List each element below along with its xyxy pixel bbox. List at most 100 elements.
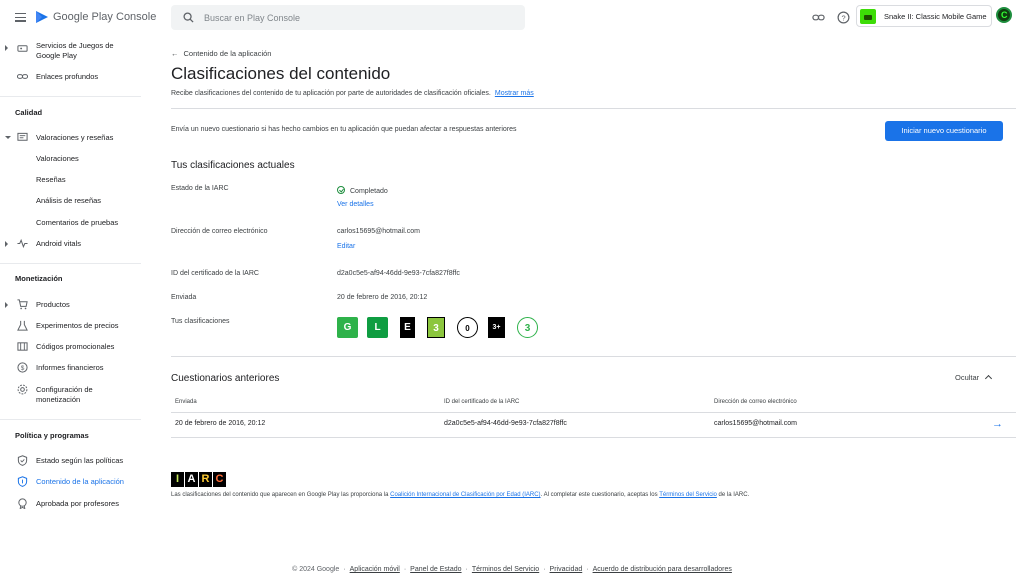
back-link[interactable]: ← Contenido de la aplicación bbox=[171, 49, 271, 58]
cert-id-value: d2a0c5e5-af94-46dd-9e93-7cfa827f8ffc bbox=[337, 270, 460, 277]
app-thumbnail-icon bbox=[860, 9, 876, 24]
footer-link-privacy[interactable]: Privacidad bbox=[550, 566, 583, 573]
sidebar-section-quality: Calidad bbox=[15, 108, 43, 117]
rating-badge-classind: G bbox=[337, 317, 358, 338]
iarc-status-value: Completado bbox=[337, 185, 388, 195]
cart-icon bbox=[17, 299, 28, 310]
footer-link-mobile-app[interactable]: Aplicación móvil bbox=[350, 566, 400, 573]
sidebar-item-app-content[interactable]: Contenido de la aplicación bbox=[0, 476, 141, 488]
sidebar-item-play-games-services[interactable]: Servicios de Juegos de Google Play bbox=[0, 41, 141, 63]
sidebar-item-deep-links[interactable]: Enlaces profundos bbox=[0, 71, 141, 83]
brand-name[interactable]: Google Play Console bbox=[53, 11, 156, 23]
avatar[interactable] bbox=[996, 7, 1012, 23]
sidebar-item-teacher-approved[interactable]: Aprobada por profesores bbox=[0, 498, 141, 510]
badge-icon bbox=[18, 498, 27, 509]
shield-check-icon bbox=[17, 455, 28, 466]
sidebar-item-products[interactable]: Productos bbox=[0, 299, 141, 311]
current-ratings-title: Tus clasificaciones actuales bbox=[171, 160, 295, 171]
page-description: Recibe clasificaciones del contenido de … bbox=[171, 90, 534, 97]
ratings-label: Tus clasificaciones bbox=[171, 318, 230, 325]
divider bbox=[171, 108, 1016, 109]
sidebar-item-policy-status[interactable]: Estado según las políticas bbox=[0, 455, 141, 467]
sent-value: 20 de febrero de 2016, 20:12 bbox=[337, 294, 428, 301]
sidebar-item-price-experiments[interactable]: Experimentos de precios bbox=[0, 320, 141, 332]
copyright: © 2024 Google bbox=[292, 566, 340, 573]
edit-email-link[interactable]: Editar bbox=[337, 243, 355, 250]
dollar-icon: $ bbox=[17, 362, 28, 373]
rating-badge-iarc: 3+ bbox=[488, 317, 505, 338]
sidebar-item-financial-reports[interactable]: $ Informes financieros bbox=[0, 362, 141, 374]
iarc-logo: IARC bbox=[171, 472, 227, 488]
search-placeholder: Buscar en Play Console bbox=[204, 13, 301, 23]
sidebar-item-promo-codes[interactable]: Códigos promocionales bbox=[0, 341, 141, 353]
new-questionnaire-notice: Envía un nuevo cuestionario si has hecho… bbox=[171, 126, 517, 133]
divider bbox=[171, 356, 1016, 357]
column-header-sent: Enviada bbox=[175, 399, 197, 405]
svg-text:$: $ bbox=[21, 365, 25, 372]
table-divider bbox=[171, 412, 1016, 413]
back-arrow-icon: ← bbox=[171, 49, 179, 58]
rating-badge-esrb: E bbox=[400, 317, 415, 338]
expand-arrow-icon[interactable] bbox=[5, 45, 8, 51]
learn-more-link[interactable]: Mostrar más bbox=[495, 90, 534, 97]
table-divider bbox=[171, 437, 1016, 438]
sidebar-item-resenas[interactable]: Reseñas bbox=[36, 175, 66, 184]
rating-badge-usk: 0 bbox=[457, 317, 478, 338]
rating-badge-l: L bbox=[367, 317, 388, 338]
gamepad-icon bbox=[17, 45, 28, 52]
sidebar-item-comentarios-pruebas[interactable]: Comentarios de pruebas bbox=[36, 218, 118, 227]
hide-toggle[interactable]: Ocultar bbox=[955, 373, 993, 383]
sidebar-divider bbox=[0, 263, 141, 264]
search-icon bbox=[183, 12, 194, 23]
collapse-arrow-icon[interactable] bbox=[5, 136, 11, 139]
sidebar-section-policy: Política y programas bbox=[15, 431, 89, 440]
reviews-icon bbox=[17, 132, 28, 141]
svg-text:?: ? bbox=[841, 13, 845, 22]
cell-sent: 20 de febrero de 2016, 20:12 bbox=[175, 420, 266, 427]
check-circle-icon bbox=[337, 186, 345, 194]
rating-badge-pegi: 3 bbox=[427, 317, 445, 338]
iarc-coalition-link[interactable]: Coalición Internacional de Clasificación… bbox=[390, 492, 540, 498]
top-bar: Google Play Console Buscar en Play Conso… bbox=[0, 0, 1024, 36]
footer-link-status[interactable]: Panel de Estado bbox=[410, 566, 461, 573]
chevron-up-icon bbox=[985, 374, 993, 383]
previous-questionnaires-title: Cuestionarios anteriores bbox=[171, 373, 280, 384]
iarc-footnote: Las clasificaciones del contenido que ap… bbox=[171, 492, 750, 498]
email-value: carlos15695@hotmail.com bbox=[337, 228, 420, 235]
footer-link-terms[interactable]: Términos del Servicio bbox=[472, 566, 539, 573]
column-header-cert-id: ID del certificado de la IARC bbox=[444, 399, 520, 405]
cell-email: carlos15695@hotmail.com bbox=[714, 420, 797, 427]
help-icon[interactable]: ? bbox=[837, 11, 850, 24]
sidebar-divider bbox=[0, 96, 141, 97]
link-icon[interactable] bbox=[812, 11, 825, 24]
email-label: Dirección de correo electrónico bbox=[171, 228, 268, 235]
footer-link-distribution[interactable]: Acuerdo de distribución para desarrollad… bbox=[593, 566, 732, 573]
cert-id-label: ID del certificado de la IARC bbox=[171, 270, 259, 277]
sidebar-item-ratings-reviews[interactable]: Valoraciones y reseñas bbox=[0, 132, 141, 144]
sidebar-section-monetization: Monetización bbox=[15, 274, 63, 283]
app-selector[interactable]: Snake II: Classic Mobile Game bbox=[856, 5, 992, 27]
promo-icon bbox=[17, 342, 28, 351]
view-details-link[interactable]: Ver detalles bbox=[337, 201, 374, 208]
search-input[interactable]: Buscar en Play Console bbox=[171, 5, 525, 30]
arrow-right-icon[interactable]: → bbox=[992, 418, 1003, 430]
footer: © 2024 Google · Aplicación móvil · Panel de … bbox=[292, 566, 732, 573]
expand-arrow-icon[interactable] bbox=[5, 302, 8, 308]
menu-icon[interactable] bbox=[15, 13, 26, 22]
sidebar-item-analisis-resenas[interactable]: Análisis de reseñas bbox=[36, 196, 101, 205]
page-title: Clasificaciones del contenido bbox=[171, 64, 391, 83]
column-header-email: Dirección de correo electrónico bbox=[714, 399, 797, 405]
link-icon bbox=[17, 74, 28, 79]
iarc-terms-link[interactable]: Términos del Servicio bbox=[659, 492, 717, 498]
play-console-logo-icon[interactable] bbox=[35, 10, 49, 24]
sent-label: Enviada bbox=[171, 294, 197, 301]
sidebar: Servicios de Juegos de Google Play Enlac… bbox=[0, 36, 141, 576]
gear-icon bbox=[17, 384, 28, 395]
sidebar-item-android-vitals[interactable]: Android vitals bbox=[0, 238, 141, 250]
vitals-icon bbox=[17, 238, 28, 249]
iarc-status-label: Estado de la IARC bbox=[171, 185, 229, 192]
sidebar-item-valoraciones[interactable]: Valoraciones bbox=[36, 154, 79, 163]
start-questionnaire-button[interactable]: Iniciar nuevo cuestionario bbox=[885, 121, 1003, 141]
expand-arrow-icon[interactable] bbox=[5, 241, 8, 247]
sidebar-item-monetization-settings[interactable]: Configuración de monetización bbox=[0, 384, 141, 406]
